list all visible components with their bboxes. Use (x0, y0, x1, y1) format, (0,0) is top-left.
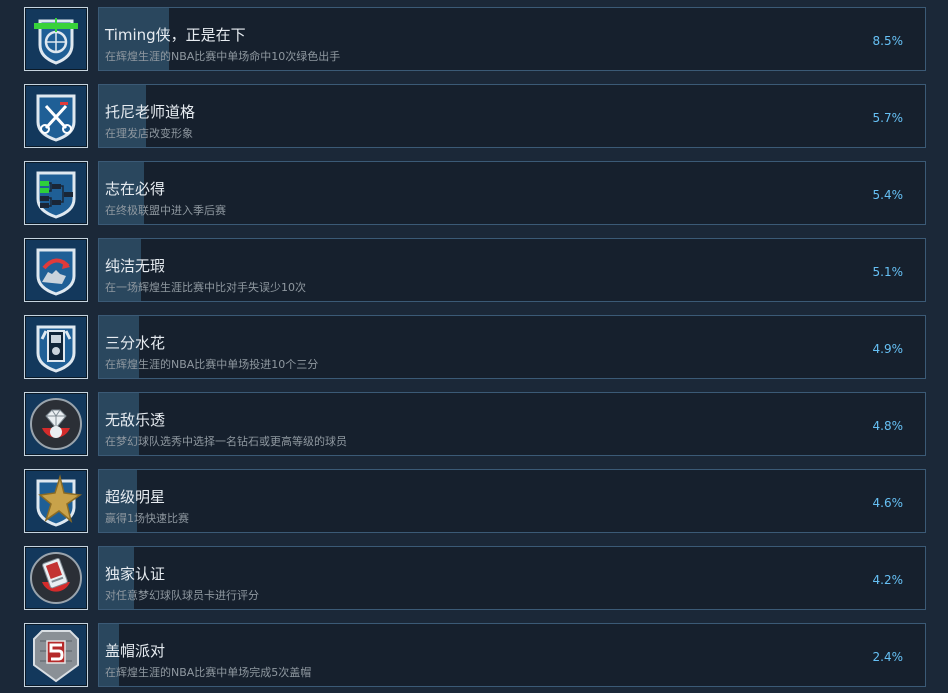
achievement-list: Timing侠，正是在下 在辉煌生涯的NBA比赛中单场命中10次绿色出手 8.5… (0, 0, 948, 693)
achievement-panel: 志在必得 在终极联盟中进入季后赛 5.4% (98, 161, 926, 225)
achievement-description: 赢得1场快速比赛 (105, 512, 189, 525)
achievement-description: 在辉煌生涯的NBA比赛中单场命中10次绿色出手 (105, 50, 341, 63)
block-five-icon (24, 623, 88, 687)
achievement-title: 志在必得 (105, 180, 166, 198)
achievement-panel: 纯洁无瑕 在一场辉煌生涯比赛中比对手失误少10次 5.1% (98, 238, 926, 302)
achievement-panel: 超级明星 赢得1场快速比赛 4.6% (98, 469, 926, 533)
achievement-row[interactable]: 纯洁无瑕 在一场辉煌生涯比赛中比对手失误少10次 5.1% (24, 238, 926, 302)
unlock-percentage: 4.6% (872, 496, 904, 510)
achievement-description: 在梦幻球队选秀中选择一名钻石或更高等级的球员 (105, 435, 347, 448)
achievement-title: 盖帽派对 (105, 642, 166, 660)
achievement-description: 在一场辉煌生涯比赛中比对手失误少10次 (105, 281, 306, 294)
playoff-bracket-icon (24, 161, 88, 225)
achievement-row[interactable]: 独家认证 对任意梦幻球队球员卡进行评分 4.2% (24, 546, 926, 610)
achievement-description: 在辉煌生涯的NBA比赛中单场完成5次盖帽 (105, 666, 312, 679)
achievement-description: 在终极联盟中进入季后赛 (105, 204, 226, 217)
achievement-title: 独家认证 (105, 565, 166, 583)
achievement-row[interactable]: 盖帽派对 在辉煌生涯的NBA比赛中单场完成5次盖帽 2.4% (24, 623, 926, 687)
jersey-player-icon (24, 315, 88, 379)
achievement-row[interactable]: 三分水花 在辉煌生涯的NBA比赛中单场投进10个三分 4.9% (24, 315, 926, 379)
achievement-title: 无敌乐透 (105, 411, 166, 429)
achievement-row[interactable]: 志在必得 在终极联盟中进入季后赛 5.4% (24, 161, 926, 225)
unlock-percentage: 4.2% (872, 573, 904, 587)
unlock-percentage: 2.4% (872, 650, 904, 664)
achievement-description: 对任意梦幻球队球员卡进行评分 (105, 589, 259, 602)
player-card-icon (24, 546, 88, 610)
achievement-row[interactable]: 无敌乐透 在梦幻球队选秀中选择一名钻石或更高等级的球员 4.8% (24, 392, 926, 456)
unlock-percentage: 4.9% (872, 342, 904, 356)
unlock-percentage: 5.4% (872, 188, 904, 202)
achievement-panel: Timing侠，正是在下 在辉煌生涯的NBA比赛中单场命中10次绿色出手 8.5… (98, 7, 926, 71)
achievement-panel: 盖帽派对 在辉煌生涯的NBA比赛中单场完成5次盖帽 2.4% (98, 623, 926, 687)
steal-hand-icon (24, 238, 88, 302)
achievement-description: 在理发店改变形象 (105, 127, 193, 140)
gold-star-icon (24, 469, 88, 533)
scissors-comb-icon (24, 84, 88, 148)
achievement-row[interactable]: Timing侠，正是在下 在辉煌生涯的NBA比赛中单场命中10次绿色出手 8.5… (24, 7, 926, 71)
achievement-title: Timing侠，正是在下 (105, 26, 246, 44)
unlock-percentage: 5.1% (872, 265, 904, 279)
achievement-title: 超级明星 (105, 488, 166, 506)
achievement-title: 三分水花 (105, 334, 166, 352)
unlock-percentage: 5.7% (872, 111, 904, 125)
unlock-percentage: 8.5% (872, 34, 904, 48)
achievement-description: 在辉煌生涯的NBA比赛中单场投进10个三分 (105, 358, 319, 371)
diamond-card-icon (24, 392, 88, 456)
achievement-title: 纯洁无瑕 (105, 257, 166, 275)
unlock-percentage: 4.8% (872, 419, 904, 433)
achievement-title: 托尼老师道格 (105, 103, 196, 121)
achievement-panel: 托尼老师道格 在理发店改变形象 5.7% (98, 84, 926, 148)
achievement-row[interactable]: 超级明星 赢得1场快速比赛 4.6% (24, 469, 926, 533)
achievement-panel: 独家认证 对任意梦幻球队球员卡进行评分 4.2% (98, 546, 926, 610)
achievement-panel: 三分水花 在辉煌生涯的NBA比赛中单场投进10个三分 4.9% (98, 315, 926, 379)
achievement-row[interactable]: 托尼老师道格 在理发店改变形象 5.7% (24, 84, 926, 148)
basketball-shield-icon (24, 7, 88, 71)
achievement-panel: 无敌乐透 在梦幻球队选秀中选择一名钻石或更高等级的球员 4.8% (98, 392, 926, 456)
